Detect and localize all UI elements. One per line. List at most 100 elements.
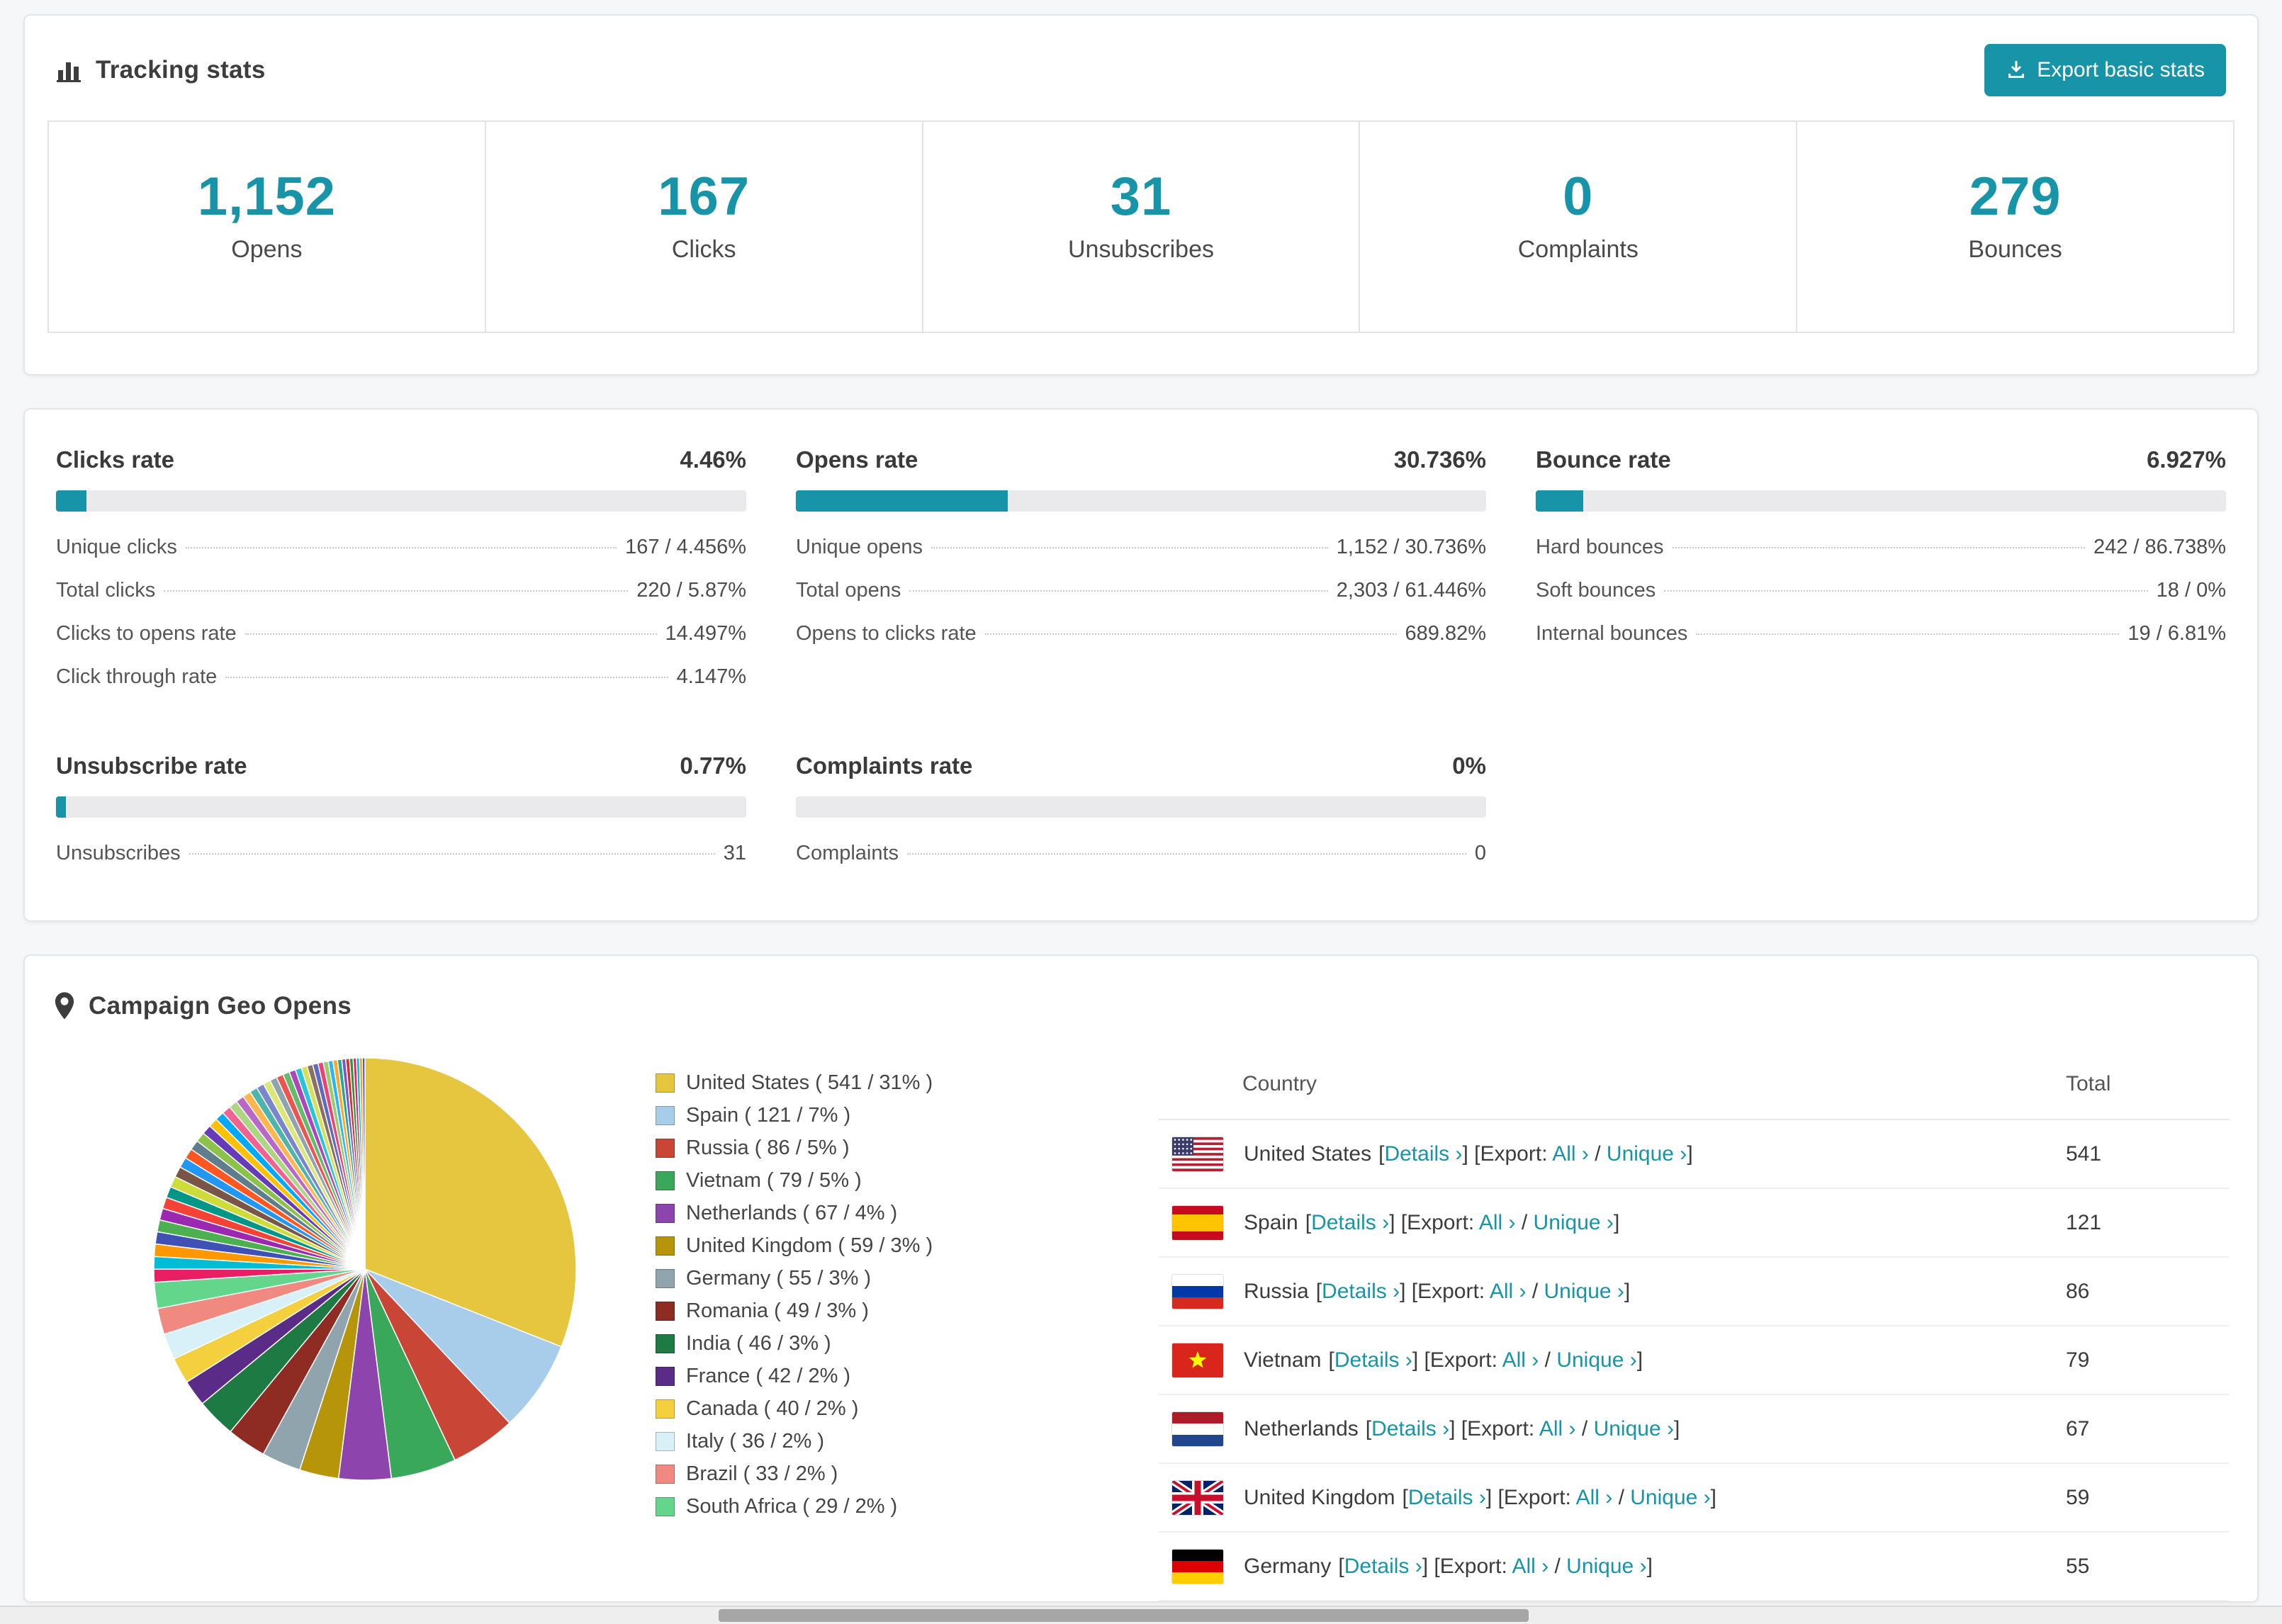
rate-head: Opens rate 30.736% xyxy=(796,446,1486,473)
export-unique-link[interactable]: Unique › xyxy=(1544,1280,1624,1303)
legend-label: Russia ( 86 / 5% ) xyxy=(686,1137,850,1159)
link-bracket-text: ] [Export: xyxy=(1389,1210,1479,1234)
horizontal-scrollbar-thumb[interactable] xyxy=(719,1609,1529,1622)
total-value: 59 xyxy=(2066,1485,2090,1509)
link-bracket-text: / xyxy=(1612,1485,1631,1509)
details-link[interactable]: Details › xyxy=(1384,1142,1462,1166)
link-bracket-text: / xyxy=(1526,1279,1544,1303)
dotted-leader xyxy=(909,590,1328,592)
link-bracket-text: ] [Export: xyxy=(1400,1279,1490,1303)
progress-bar-fill xyxy=(56,796,66,818)
export-all-link[interactable]: All › xyxy=(1479,1211,1516,1234)
details-link[interactable]: Details › xyxy=(1371,1417,1449,1440)
legend-item: Canada ( 40 / 2% ) xyxy=(656,1397,1038,1421)
rates-card: Clicks rate 4.46% Unique clicks 167 / 4.… xyxy=(23,408,2259,922)
link-bracket-text: ] xyxy=(1624,1279,1631,1303)
bar-chart-icon xyxy=(56,57,83,84)
geo-table-header: Country Total xyxy=(1159,1049,2229,1120)
link-bracket-text: ] [Export: xyxy=(1449,1416,1539,1440)
details-link[interactable]: Details › xyxy=(1334,1348,1412,1372)
stat-value: 279 xyxy=(1969,167,2062,227)
link-bracket-text: [ xyxy=(1338,1554,1344,1578)
country-cell: United Kingdom [Details ›] [Export: All ›… xyxy=(1244,1486,2066,1510)
export-unique-link[interactable]: Unique › xyxy=(1556,1348,1636,1372)
legend-color-swatch xyxy=(656,1073,675,1093)
country-name: Vietnam xyxy=(1244,1348,1322,1372)
export-all-link[interactable]: All › xyxy=(1502,1348,1539,1372)
country-cell: Germany [Details ›] [Export: All › / Uniq… xyxy=(1244,1555,2066,1579)
export-basic-stats-button[interactable]: Export basic stats xyxy=(1984,44,2226,96)
total-value: 541 xyxy=(2066,1141,2102,1166)
rate-stat-value: 242 / 86.738% xyxy=(2093,536,2226,558)
details-link[interactable]: Details › xyxy=(1408,1486,1486,1509)
link-bracket-text: ] xyxy=(1687,1141,1693,1166)
geo-table-body: United States [Details ›] [Export: All › … xyxy=(1159,1120,2229,1601)
legend-item: India ( 46 / 3% ) xyxy=(656,1332,1038,1355)
legend-color-swatch xyxy=(656,1465,675,1484)
export-unique-link[interactable]: Unique › xyxy=(1566,1555,1646,1578)
country-cell: Vietnam [Details ›] [Export: All › / Uniq… xyxy=(1244,1348,2066,1372)
country-cell: Spain [Details ›] [Export: All › / Unique… xyxy=(1244,1211,2066,1235)
legend-color-swatch xyxy=(656,1171,675,1190)
rate-value: 30.736% xyxy=(1393,446,1486,473)
export-all-link[interactable]: All › xyxy=(1552,1142,1589,1166)
total-column-header: Total xyxy=(2066,1072,2111,1095)
link-bracket-text: ] xyxy=(1636,1348,1643,1372)
legend-item: Brazil ( 33 / 2% ) xyxy=(656,1462,1038,1486)
rate-rows: Unique clicks 167 / 4.456% Total clicks … xyxy=(56,526,746,699)
export-all-link[interactable]: All › xyxy=(1512,1555,1548,1578)
rate-stat-label: Click through rate xyxy=(56,665,218,688)
total-value: 67 xyxy=(2066,1416,2090,1440)
progress-bar xyxy=(796,490,1486,512)
total-value: 86 xyxy=(2066,1279,2090,1303)
country-cell: Netherlands [Details ›] [Export: All › / … xyxy=(1244,1417,2066,1441)
pie-legend: United States ( 541 / 31% ) Spain ( 121 … xyxy=(656,1049,1038,1528)
export-unique-link[interactable]: Unique › xyxy=(1594,1417,1674,1440)
flag-gb-icon xyxy=(1171,1479,1224,1516)
tracking-stats-card: Tracking stats Export basic stats 1,152 … xyxy=(23,14,2259,376)
flag-vn-icon xyxy=(1171,1342,1224,1378)
table-row: Russia [Details ›] [Export: All › / Uniqu… xyxy=(1159,1258,2229,1326)
details-link[interactable]: Details › xyxy=(1344,1555,1422,1578)
rate-section: Clicks rate 4.46% Unique clicks 167 / 4.… xyxy=(56,446,746,699)
rate-stat-row: Complaints 0 xyxy=(796,832,1486,875)
export-unique-link[interactable]: Unique › xyxy=(1607,1142,1687,1166)
rate-stat-row: Hard bounces 242 / 86.738% xyxy=(1536,526,2226,569)
stat-label: Bounces xyxy=(1968,236,2062,263)
export-all-link[interactable]: All › xyxy=(1576,1486,1613,1509)
export-all-link[interactable]: All › xyxy=(1539,1417,1576,1440)
link-bracket-text: [ xyxy=(1365,1416,1372,1440)
rate-stat-label: Unique clicks xyxy=(56,536,177,558)
rate-section: Complaints rate 0% Complaints 0 xyxy=(796,752,1486,875)
legend-item: Germany ( 55 / 3% ) xyxy=(656,1267,1038,1290)
rate-stat-row: Opens to clicks rate 689.82% xyxy=(796,612,1486,655)
rate-stat-row: Internal bounces 19 / 6.81% xyxy=(1536,612,2226,655)
horizontal-scrollbar-track[interactable] xyxy=(0,1606,2282,1624)
tracking-stats-header: Tracking stats Export basic stats xyxy=(25,16,2257,115)
rate-value: 0% xyxy=(1452,752,1486,779)
legend-label: Italy ( 36 / 2% ) xyxy=(686,1430,825,1453)
export-unique-link[interactable]: Unique › xyxy=(1630,1486,1710,1509)
details-link[interactable]: Details › xyxy=(1322,1280,1400,1303)
details-link[interactable]: Details › xyxy=(1311,1211,1389,1234)
progress-bar-fill xyxy=(1536,490,1584,512)
progress-bar-fill xyxy=(796,490,1008,512)
rate-stat-row: Unsubscribes 31 xyxy=(56,832,746,875)
rate-rows: Unique opens 1,152 / 30.736% Total opens… xyxy=(796,526,1486,655)
dotted-leader xyxy=(907,853,1466,855)
link-bracket-text: ] xyxy=(1673,1416,1680,1440)
legend-label: United States ( 541 / 31% ) xyxy=(686,1071,933,1094)
geo-title: Campaign Geo Opens xyxy=(89,992,352,1020)
link-bracket-text: ] xyxy=(1710,1485,1717,1509)
export-unique-link[interactable]: Unique › xyxy=(1534,1211,1614,1234)
rate-head: Unsubscribe rate 0.77% xyxy=(56,752,746,779)
legend-item: South Africa ( 29 / 2% ) xyxy=(656,1495,1038,1518)
export-all-link[interactable]: All › xyxy=(1490,1280,1527,1303)
dotted-leader xyxy=(244,633,657,635)
rate-section: Bounce rate 6.927% Hard bounces 242 / 86… xyxy=(1536,446,2226,699)
rate-value: 6.927% xyxy=(2147,446,2226,473)
stat-box: 31 Unsubscribes xyxy=(923,122,1361,332)
flag-us-icon xyxy=(1171,1136,1224,1172)
country-cell: Russia [Details ›] [Export: All › / Uniqu… xyxy=(1244,1280,2066,1304)
link-bracket-text: ] [Export: xyxy=(1422,1554,1512,1578)
